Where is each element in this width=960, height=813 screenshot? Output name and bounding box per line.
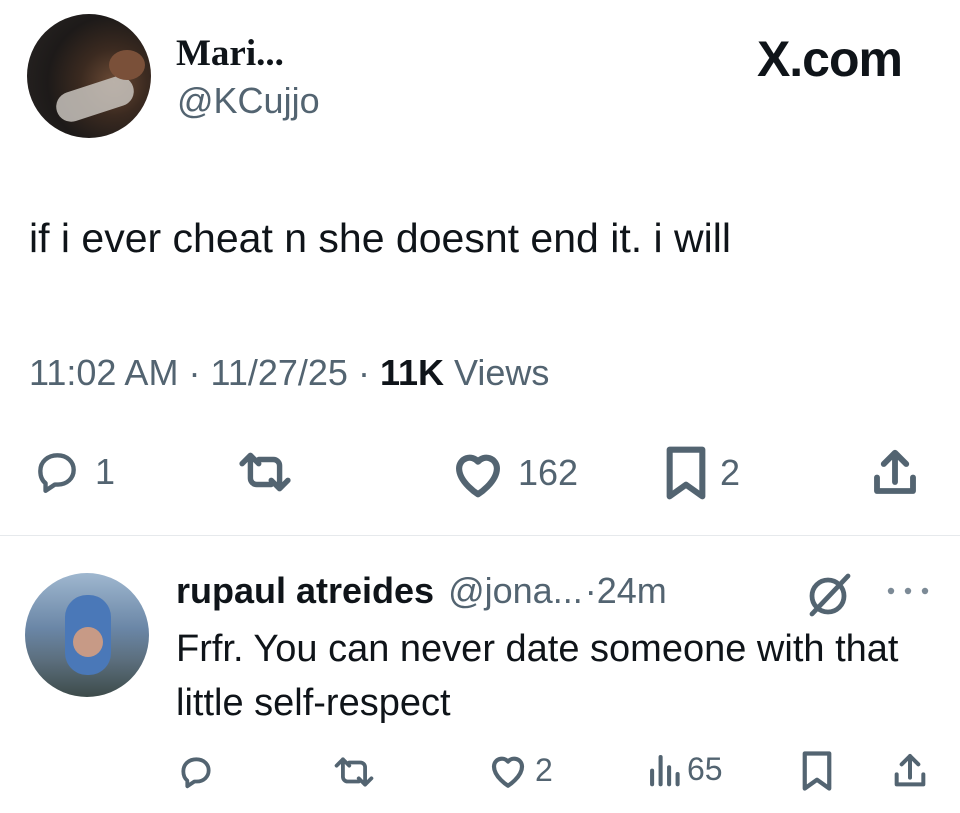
tweet-meta: 11:02 AM · 11/27/25 · 11K Views bbox=[29, 352, 549, 394]
reply-count: 1 bbox=[95, 451, 116, 492]
author-name[interactable]: Mari... bbox=[176, 32, 284, 75]
reply-author-name[interactable]: rupaul atreides bbox=[176, 570, 434, 612]
reply-author-handle[interactable]: @jona... bbox=[448, 570, 583, 612]
divider bbox=[0, 535, 960, 536]
brand-logo: X.com bbox=[756, 31, 903, 87]
bookmark-icon bbox=[802, 751, 832, 791]
reply-like-button[interactable]: 2 bbox=[487, 750, 553, 790]
reply-text: Frfr. You can never date someone with th… bbox=[176, 628, 899, 724]
share-button[interactable] bbox=[868, 445, 922, 501]
meta-separator: · bbox=[357, 352, 370, 393]
reply-share-button[interactable] bbox=[890, 750, 930, 792]
reply-icon bbox=[181, 757, 211, 789]
grok-icon[interactable] bbox=[800, 570, 856, 618]
reply-avatar[interactable] bbox=[25, 573, 149, 697]
share-icon bbox=[874, 449, 916, 494]
reply-like-count: 2 bbox=[535, 751, 553, 788]
heart-icon bbox=[456, 454, 500, 498]
reply-button[interactable]: 1 bbox=[29, 447, 115, 497]
tweet-text: if i ever cheat n she doesnt end it. i w… bbox=[29, 215, 731, 261]
share-icon bbox=[894, 754, 926, 787]
bookmark-button[interactable]: 2 bbox=[662, 445, 740, 501]
views-count: 11K bbox=[379, 352, 445, 393]
retweet-icon bbox=[334, 757, 374, 787]
retweet-icon bbox=[239, 452, 291, 492]
reply-icon bbox=[38, 453, 76, 493]
more-icon[interactable] bbox=[883, 582, 933, 600]
heart-icon bbox=[491, 756, 525, 788]
reply-retweet-button[interactable] bbox=[330, 753, 378, 791]
bookmark-count: 2 bbox=[720, 452, 741, 493]
views-label: Views bbox=[454, 352, 550, 393]
like-button[interactable]: 162 bbox=[448, 447, 578, 499]
author-handle[interactable]: @KCujjo bbox=[177, 80, 320, 122]
views-icon bbox=[650, 755, 680, 787]
author-avatar[interactable] bbox=[27, 14, 151, 138]
reply-reply-button[interactable] bbox=[176, 753, 216, 791]
meta-separator: · bbox=[188, 352, 201, 393]
retweet-button[interactable] bbox=[232, 447, 298, 497]
tweet-date: 11/27/25 bbox=[210, 352, 348, 393]
reply-header: rupaul atreides @jona... ·24m bbox=[176, 570, 667, 612]
reply-views-button[interactable]: 65 bbox=[647, 750, 723, 788]
like-count: 162 bbox=[518, 452, 579, 493]
reply-time: ·24m bbox=[584, 570, 667, 611]
reply-views-count: 65 bbox=[687, 750, 723, 787]
tweet-time: 11:02 AM bbox=[29, 352, 179, 393]
reply-bookmark-button[interactable] bbox=[799, 750, 835, 792]
bookmark-icon bbox=[666, 446, 706, 500]
